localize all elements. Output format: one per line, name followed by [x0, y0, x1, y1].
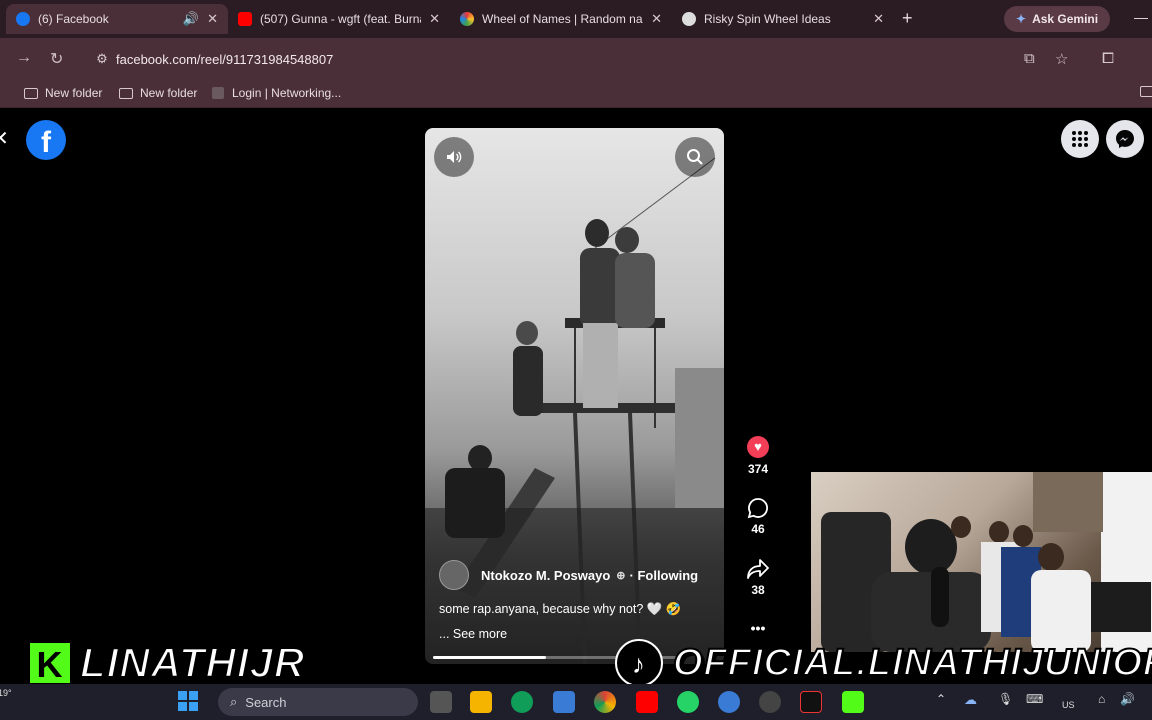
share-count: 38: [751, 583, 765, 597]
extensions-icon[interactable]: ⧠: [1102, 50, 1114, 67]
browser-tab-bar: (6) Facebook 🔊 ✕ (507) Gunna - wgft (fea…: [0, 0, 1152, 38]
folder-icon: [119, 87, 133, 99]
owner-name[interactable]: Ntokozo M. Poswayo: [481, 568, 610, 583]
url-text: facebook.com/reel/911731984548807: [116, 51, 334, 67]
site-favicon-icon: [212, 87, 224, 99]
taskbar-search[interactable]: ⌕ Search: [218, 688, 418, 716]
store-icon[interactable]: [553, 691, 575, 713]
share-button[interactable]: 38: [741, 558, 775, 597]
bookmark-label: New folder: [45, 86, 103, 100]
close-tab-icon[interactable]: ✕: [207, 11, 218, 27]
mute-toggle-icon[interactable]: [434, 137, 474, 177]
right-handle-text: OFFICIAL.LINATHIJUNIOR: [672, 641, 1152, 685]
following-button[interactable]: · Following: [630, 568, 699, 583]
language-indicator[interactable]: US: [1062, 700, 1075, 710]
video-progress-fill: [433, 656, 546, 659]
messenger-icon[interactable]: [1106, 120, 1144, 158]
share-icon: [747, 559, 769, 579]
facebook-reel-page: ✕ f Ntokozo M. Poswayo ⊕ · Following som…: [0, 108, 1152, 687]
gemini-sparkle-icon: ✦: [1016, 12, 1027, 26]
comment-button[interactable]: 46: [741, 497, 775, 536]
wheel-favicon-icon: [460, 12, 474, 26]
install-app-icon[interactable]: ⧉: [1024, 50, 1035, 67]
tab-title: Risky Spin Wheel Ideas: [704, 12, 831, 26]
address-bar-row: → ↻ ⚙ facebook.com/reel/911731984548807 …: [0, 38, 1152, 80]
youtube-app-icon[interactable]: [636, 691, 658, 713]
kick-logo-icon: K: [28, 641, 72, 685]
tiktok-app-icon[interactable]: [800, 691, 822, 713]
avatar[interactable]: [439, 560, 469, 590]
folder-icon: [24, 87, 38, 99]
left-handle-text: LINATHIJR: [79, 638, 306, 687]
bookmark-login[interactable]: Login | Networking...: [212, 86, 341, 100]
tab-risky-spin[interactable]: Risky Spin Wheel Ideas ✕: [672, 4, 894, 34]
keyboard-icon[interactable]: ⌨: [1026, 692, 1043, 706]
forward-icon[interactable]: →: [16, 49, 32, 67]
volume-icon[interactable]: 🔊: [1120, 692, 1135, 706]
comment-icon: [747, 498, 768, 519]
close-reel-icon[interactable]: ✕: [0, 126, 20, 154]
tab-title: (507) Gunna - wgft (feat. Burna: [260, 12, 422, 26]
edge-icon[interactable]: [511, 691, 533, 713]
comment-count: 46: [751, 522, 765, 536]
reload-icon[interactable]: ↻: [50, 49, 63, 69]
tab-wheel-of-names[interactable]: Wheel of Names | Random nam ✕: [450, 4, 672, 34]
menu-grid-icon[interactable]: [1061, 120, 1099, 158]
microphone-icon[interactable]: 🎙: [998, 692, 1013, 706]
app-icon[interactable]: [718, 691, 740, 713]
tab-youtube[interactable]: (507) Gunna - wgft (feat. Burna ✕: [228, 4, 450, 34]
app-icon[interactable]: [759, 691, 781, 713]
weather-temp[interactable]: 19°: [0, 688, 12, 698]
facebook-logo-icon[interactable]: f: [26, 120, 66, 160]
reel-owner: Ntokozo M. Poswayo ⊕ · Following: [439, 560, 698, 590]
new-tab-icon[interactable]: +: [902, 8, 913, 29]
address-bar[interactable]: ⚙ facebook.com/reel/911731984548807: [82, 44, 1082, 74]
like-button[interactable]: ♥ 374: [741, 436, 775, 476]
speaker-icon[interactable]: 🔊: [183, 11, 199, 27]
reel-video[interactable]: Ntokozo M. Poswayo ⊕ · Following some ra…: [425, 128, 724, 664]
bookmark-label: New folder: [140, 86, 198, 100]
globe-icon: ⊕: [616, 569, 626, 582]
tab-facebook[interactable]: (6) Facebook 🔊 ✕: [6, 4, 228, 34]
network-icon[interactable]: ⌂: [1098, 692, 1105, 706]
heart-icon: ♥: [747, 436, 769, 458]
task-view-icon[interactable]: [430, 691, 452, 713]
bookmarks-bar: New folder New folder Login | Networking…: [0, 80, 1152, 108]
whatsapp-icon[interactable]: [677, 691, 699, 713]
chatgpt-favicon-icon: [682, 12, 696, 26]
all-bookmarks-icon[interactable]: [1140, 86, 1152, 97]
close-tab-icon[interactable]: ✕: [873, 11, 884, 27]
close-tab-icon[interactable]: ✕: [651, 11, 662, 27]
bookmark-star-icon[interactable]: ☆: [1055, 50, 1068, 68]
like-count: 374: [747, 462, 769, 476]
bookmark-folder[interactable]: New folder: [24, 86, 102, 100]
youtube-favicon-icon: [238, 12, 252, 26]
bookmark-folder[interactable]: New folder: [119, 86, 197, 100]
chrome-icon[interactable]: [594, 691, 616, 713]
tiktok-logo-icon: ♪: [615, 639, 663, 687]
webcam-scene: [821, 472, 1152, 652]
search-placeholder: Search: [245, 694, 287, 710]
tab-title: Wheel of Names | Random nam: [482, 12, 644, 26]
site-info-icon[interactable]: ⚙: [88, 51, 116, 67]
reel-caption: some rap.anyana, because why not? 🤍 🤣: [439, 602, 682, 616]
see-more-link[interactable]: ... See more: [439, 627, 507, 641]
windows-taskbar: 19° ⌕ Search ⌃ ☁ 🎙 ⌨ US ⌂ 🔊: [0, 684, 1152, 720]
bookmark-label: Login | Networking...: [232, 86, 342, 100]
close-tab-icon[interactable]: ✕: [429, 11, 440, 27]
ask-gemini-button[interactable]: ✦ Ask Gemini: [1004, 6, 1111, 32]
ask-gemini-label: Ask Gemini: [1032, 12, 1099, 26]
webcam-overlay: [811, 472, 1152, 652]
file-explorer-icon[interactable]: [470, 691, 492, 713]
search-icon: ⌕: [230, 694, 238, 709]
search-icon[interactable]: [675, 137, 715, 177]
tab-title: (6) Facebook: [38, 12, 109, 26]
minimize-window-icon[interactable]: —: [1134, 9, 1148, 25]
windows-start-icon[interactable]: [178, 691, 198, 711]
facebook-favicon-icon: [16, 12, 30, 26]
onedrive-icon[interactable]: ☁: [964, 692, 977, 708]
chevron-up-icon[interactable]: ⌃: [936, 692, 946, 706]
kick-app-icon[interactable]: [842, 691, 864, 713]
